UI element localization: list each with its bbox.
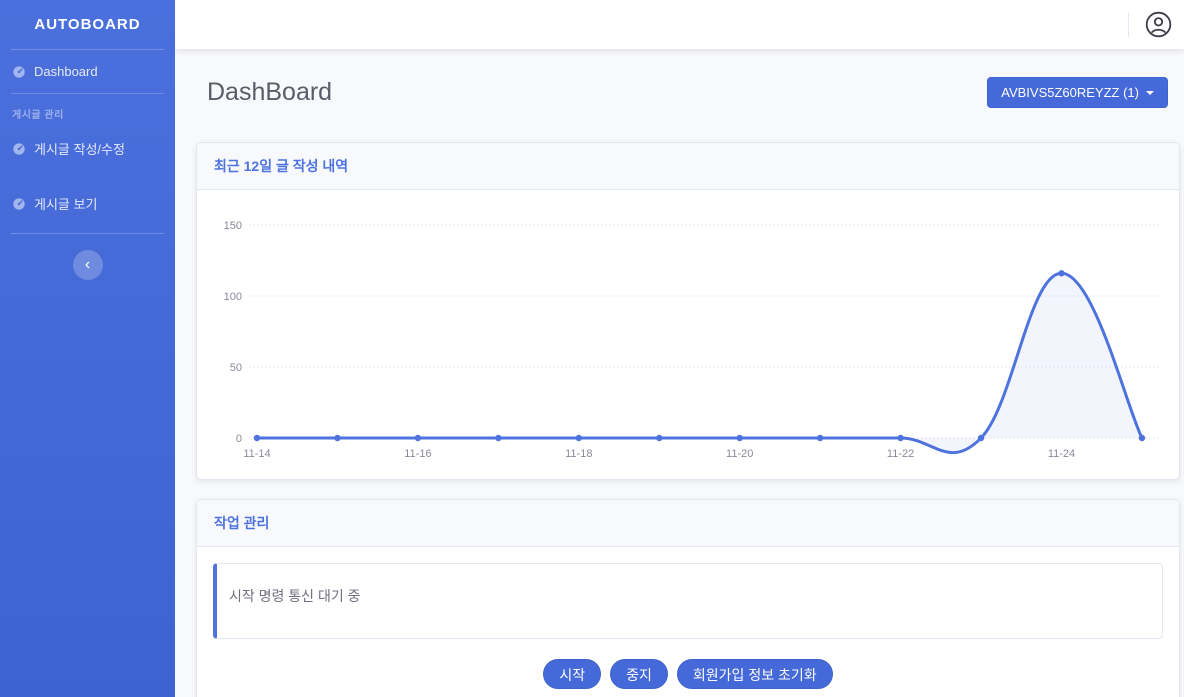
job-status-box: 시작 명령 통신 대기 중 (213, 563, 1163, 639)
y-axis-tick-label: 0 (236, 433, 242, 445)
topbar (175, 0, 1184, 49)
caret-down-icon (1146, 91, 1154, 95)
sidebar-item-post-edit[interactable]: 게시글 작성/수정 (0, 123, 175, 178)
y-axis-tick-label: 150 (224, 220, 242, 232)
sidebar-item-label: 게시글 보기 (34, 194, 97, 213)
x-axis-tick-label: 11-22 (887, 448, 914, 460)
user-circle-icon (1145, 11, 1172, 38)
chart-data-point (897, 435, 903, 441)
page-title: DashBoard (207, 78, 332, 107)
chart-data-point (495, 435, 501, 441)
job-status-message: 시작 명령 통신 대기 중 (229, 588, 360, 604)
chart-data-point (254, 435, 260, 441)
account-dropdown-label: AVBIVS5Z60REYZZ (1) (1001, 85, 1139, 100)
chart-data-point (656, 435, 662, 441)
job-card-body: 시작 명령 통신 대기 중 시작 중지 회원가입 정보 초기화 (197, 547, 1179, 697)
reset-signup-info-button[interactable]: 회원가입 정보 초기화 (677, 659, 833, 689)
sidebar: AUTOBOARD Dashboard 게시글 관리 게시글 작성/수정 게시글… (0, 0, 175, 697)
chart-data-point (978, 435, 984, 441)
stop-button[interactable]: 중지 (610, 659, 668, 689)
job-actions-row: 시작 중지 회원가입 정보 초기화 (213, 659, 1163, 689)
x-axis-tick-label: 11-16 (404, 448, 431, 460)
user-menu-button[interactable] (1145, 11, 1172, 38)
account-dropdown-button[interactable]: AVBIVS5Z60REYZZ (1) (987, 77, 1168, 108)
tachometer-icon (12, 142, 26, 156)
x-axis-tick-label: 11-24 (1048, 448, 1075, 460)
y-axis-tick-label: 50 (230, 362, 242, 374)
chart-card-body: 0 50 100 150 11-14 11-16 11-18 11-20 11-22 11-24 (197, 190, 1179, 479)
brand-logo[interactable]: AUTOBOARD (0, 0, 175, 49)
sidebar-item-label: Dashboard (34, 64, 98, 79)
y-axis-tick-label: 100 (224, 291, 242, 303)
sidebar-collapse-button[interactable]: ‹ (73, 250, 103, 280)
sidebar-item-post-view[interactable]: 게시글 보기 (0, 178, 175, 233)
chart-area-fill (257, 273, 1142, 452)
job-card-title: 작업 관리 (197, 500, 1179, 547)
start-button[interactable]: 시작 (543, 659, 601, 689)
x-axis-tick-label: 11-14 (243, 448, 270, 460)
line-chart: 0 50 100 150 11-14 11-16 11-18 11-20 11-22 11-24 (215, 198, 1164, 470)
chart-data-point (817, 435, 823, 441)
x-axis-tick-label: 11-20 (726, 448, 753, 460)
topbar-divider (1128, 13, 1129, 37)
chart-data-point (576, 435, 582, 441)
sidebar-divider (11, 233, 164, 234)
main-content: DashBoard AVBIVS5Z60REYZZ (1) 최근 12일 글 작… (175, 49, 1184, 697)
tachometer-icon (12, 65, 26, 79)
x-axis-tick-label: 11-18 (565, 448, 592, 460)
sidebar-section-heading: 게시글 관리 (0, 94, 175, 123)
chevron-left-icon: ‹ (85, 256, 90, 273)
sidebar-item-label: 게시글 작성/수정 (34, 139, 125, 158)
chart-data-point (415, 435, 421, 441)
chart-data-point (737, 435, 743, 441)
chart-card-title: 최근 12일 글 작성 내역 (197, 143, 1179, 190)
recent-posts-chart-card: 최근 12일 글 작성 내역 0 50 100 150 11-14 11-16 11-18 1… (196, 142, 1180, 480)
chart-data-point (1058, 270, 1064, 276)
chart-data-point (1139, 435, 1145, 441)
page-header-row: DashBoard AVBIVS5Z60REYZZ (1) (196, 69, 1180, 108)
tachometer-icon (12, 197, 26, 211)
job-management-card: 작업 관리 시작 명령 통신 대기 중 시작 중지 회원가입 정보 초기화 (196, 499, 1180, 697)
chart-data-point (334, 435, 340, 441)
sidebar-item-dashboard[interactable]: Dashboard (0, 50, 175, 93)
